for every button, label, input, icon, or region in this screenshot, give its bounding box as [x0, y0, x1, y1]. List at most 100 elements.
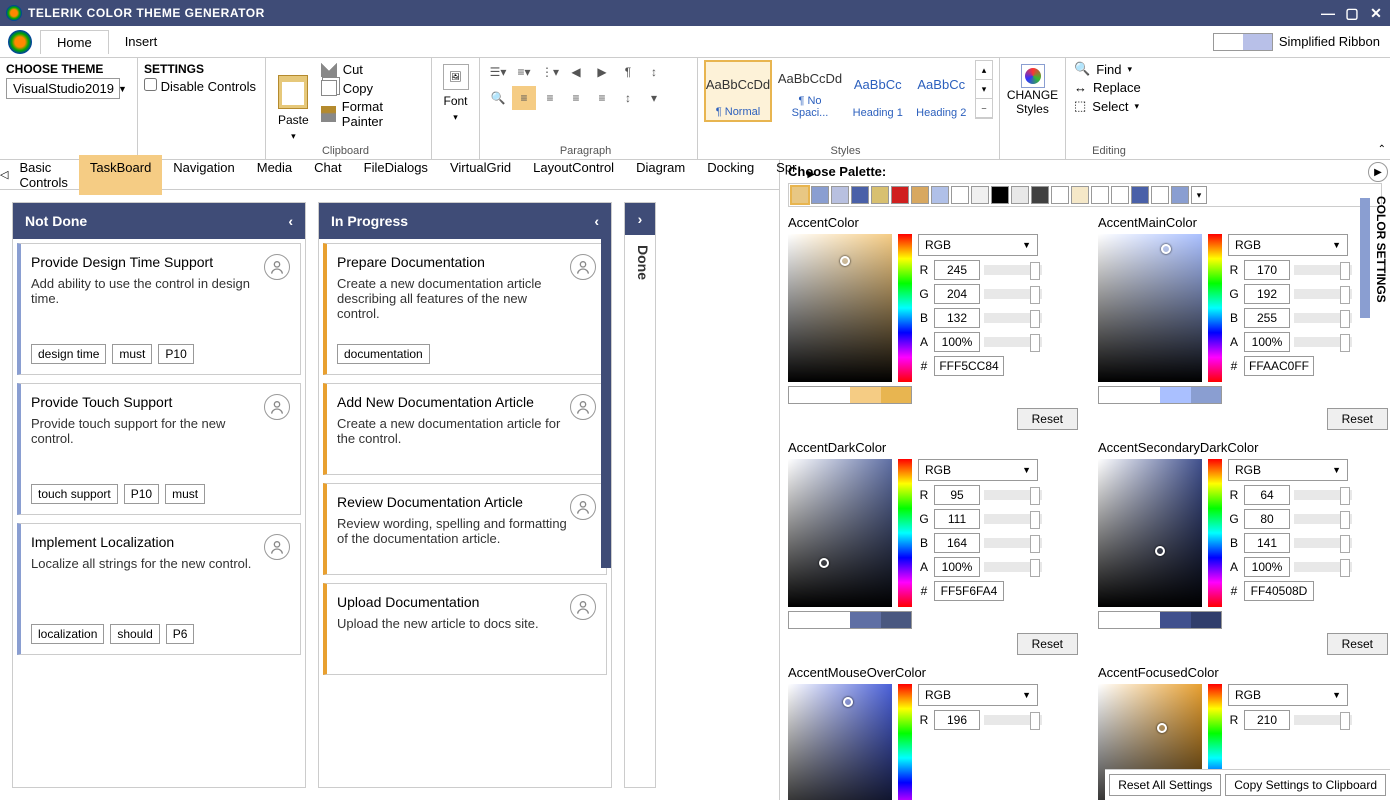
card-tag[interactable]: must [165, 484, 205, 504]
scrollbar-thumb[interactable] [601, 239, 611, 568]
palette-swatch[interactable] [811, 186, 829, 204]
scrollbar-thumb[interactable] [1360, 198, 1370, 318]
palette-swatch[interactable] [1171, 186, 1189, 204]
hex-input[interactable] [934, 581, 1004, 601]
b-slider[interactable] [1294, 538, 1352, 548]
style-option[interactable]: AaBbCcDd¶ Normal [704, 60, 772, 122]
color-mode-dropdown[interactable]: RGB▼ [918, 684, 1038, 706]
simplified-ribbon-toggle[interactable]: Simplified Ribbon [1279, 34, 1380, 49]
ltr-button[interactable]: ¶ [616, 60, 640, 84]
saturation-area[interactable] [788, 684, 892, 800]
g-slider[interactable] [984, 289, 1042, 299]
content-tab-basic-controls[interactable]: Basic Controls [8, 155, 78, 195]
a-input[interactable] [934, 557, 980, 577]
a-slider[interactable] [984, 337, 1042, 347]
task-card[interactable]: Prepare DocumentationCreate a new docume… [323, 243, 607, 375]
tab-scroll-left[interactable]: ◁ [0, 168, 8, 181]
color-mode-dropdown[interactable]: RGB▼ [1228, 684, 1348, 706]
palette-swatch[interactable] [791, 186, 809, 204]
r-slider[interactable] [1294, 715, 1352, 725]
sort-button[interactable]: ↕ [642, 60, 666, 84]
minimize-button[interactable]: — [1320, 5, 1336, 21]
styles-up[interactable]: ▴ [976, 61, 992, 80]
reset-button[interactable]: Reset [1327, 633, 1388, 655]
task-card[interactable]: Review Documentation ArticleReview wordi… [323, 483, 607, 575]
card-tag[interactable]: P10 [124, 484, 159, 504]
outdent-button[interactable]: ◀ [564, 60, 588, 84]
hue-slider[interactable] [1208, 459, 1222, 607]
expand-panel-button[interactable]: ▶ [1368, 162, 1388, 182]
card-tag[interactable]: P6 [166, 624, 195, 644]
a-slider[interactable] [1294, 337, 1352, 347]
palette-swatch[interactable] [1111, 186, 1129, 204]
reset-button[interactable]: Reset [1017, 633, 1078, 655]
reset-button[interactable]: Reset [1017, 408, 1078, 430]
saturation-area[interactable] [1098, 234, 1202, 382]
content-tab-media[interactable]: Media [246, 155, 303, 195]
b-input[interactable] [934, 533, 980, 553]
content-tab-virtualgrid[interactable]: VirtualGrid [439, 155, 522, 195]
font-button[interactable]: 🖼Font▾ [438, 60, 473, 127]
r-slider[interactable] [984, 265, 1042, 275]
content-tab-diagram[interactable]: Diagram [625, 155, 696, 195]
palette-swatch[interactable] [831, 186, 849, 204]
b-input[interactable] [1244, 308, 1290, 328]
palette-more[interactable]: ▾ [1191, 186, 1207, 204]
palette-swatch[interactable] [1031, 186, 1049, 204]
g-slider[interactable] [1294, 514, 1352, 524]
saturation-area[interactable] [1098, 459, 1202, 607]
indent-button[interactable]: ▶ [590, 60, 614, 84]
saturation-area[interactable] [788, 459, 892, 607]
palette-swatch[interactable] [1051, 186, 1069, 204]
palette-swatch[interactable] [1131, 186, 1149, 204]
card-tag[interactable]: design time [31, 344, 106, 364]
g-slider[interactable] [1294, 289, 1352, 299]
line-spacing-button[interactable]: ↕ [616, 86, 640, 110]
b-slider[interactable] [984, 313, 1042, 323]
r-input[interactable] [934, 260, 980, 280]
palette-swatch[interactable] [891, 186, 909, 204]
color-mode-dropdown[interactable]: RGB▼ [918, 459, 1038, 481]
align-left-button[interactable]: ≡ [512, 86, 536, 110]
card-tag[interactable]: P10 [158, 344, 193, 364]
hue-slider[interactable] [898, 684, 912, 800]
card-tag[interactable]: must [112, 344, 152, 364]
color-mode-dropdown[interactable]: RGB▼ [1228, 234, 1348, 256]
hex-input[interactable] [1244, 581, 1314, 601]
hex-input[interactable] [934, 356, 1004, 376]
column-header[interactable]: In Progress‹ [319, 203, 611, 239]
theme-dropdown[interactable]: VisualStudio2019▼ [6, 78, 120, 99]
color-mode-dropdown[interactable]: RGB▼ [918, 234, 1038, 256]
theme-swatch[interactable] [1213, 33, 1273, 51]
style-option[interactable]: AaBbCcDd¶ No Spaci... [776, 60, 844, 122]
paste-button[interactable]: Paste▾ [272, 60, 315, 157]
palette-swatch[interactable] [871, 186, 889, 204]
palette-swatch[interactable] [911, 186, 929, 204]
a-slider[interactable] [984, 562, 1042, 572]
palette-swatch[interactable] [971, 186, 989, 204]
b-input[interactable] [934, 308, 980, 328]
hue-slider[interactable] [898, 459, 912, 607]
column-header[interactable]: Not Done‹ [13, 203, 305, 239]
zoom-icon[interactable]: 🔍 [486, 86, 510, 110]
multilevel-button[interactable]: ⋮▾ [538, 60, 562, 84]
column-expand[interactable]: › [625, 203, 655, 235]
collapse-ribbon-button[interactable]: ⌃ [1378, 144, 1386, 155]
close-button[interactable]: ✕ [1368, 5, 1384, 21]
r-slider[interactable] [984, 490, 1042, 500]
collapse-icon[interactable]: ‹ [594, 213, 599, 229]
styles-more[interactable]: ⎯ [976, 99, 992, 118]
r-input[interactable] [1244, 710, 1290, 730]
saturation-area[interactable] [788, 234, 892, 382]
r-input[interactable] [1244, 485, 1290, 505]
palette-swatch[interactable] [1091, 186, 1109, 204]
a-input[interactable] [934, 332, 980, 352]
change-styles-button[interactable]: CHANGE Styles [1006, 60, 1059, 120]
cut-button[interactable]: Cut [319, 60, 425, 78]
g-input[interactable] [934, 284, 980, 304]
numbering-button[interactable]: ≡▾ [512, 60, 536, 84]
select-button[interactable]: ⬚Select ▾ [1072, 97, 1152, 115]
justify-button[interactable]: ≡ [590, 86, 614, 110]
content-tab-layoutcontrol[interactable]: LayoutControl [522, 155, 625, 195]
hue-slider[interactable] [898, 234, 912, 382]
